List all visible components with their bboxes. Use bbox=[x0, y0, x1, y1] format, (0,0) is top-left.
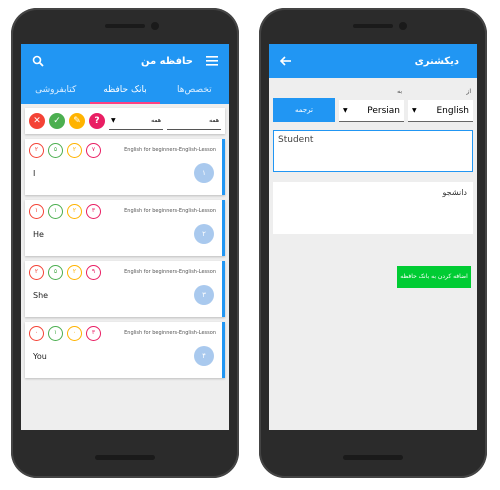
card-number-badge: ۳ bbox=[194, 285, 214, 305]
speaker bbox=[353, 24, 393, 28]
filter-bar: ✕ ✓ ✎ ? ▼ همه همه bbox=[25, 108, 225, 134]
search-icon[interactable] bbox=[29, 52, 47, 70]
unknown-filter-button[interactable]: ? bbox=[89, 113, 105, 129]
language-row: از ▼ English به ▼ Persian ترجمه bbox=[269, 78, 477, 122]
left-phone: حافظه من تخصص‌ها بانک حافظه کتابفروشی ✕ … bbox=[11, 8, 239, 478]
tab-memory-bank[interactable]: بانک حافظه bbox=[90, 78, 160, 104]
tab-bookstore[interactable]: کتابفروشی bbox=[21, 78, 90, 104]
to-language-value: Persian bbox=[367, 105, 400, 116]
filter-select-1[interactable]: ▼ همه bbox=[109, 112, 163, 130]
page-title: دیکشنری bbox=[414, 55, 459, 67]
correct-filter-button[interactable]: ✓ bbox=[49, 113, 65, 129]
edit-filter-button[interactable]: ✎ bbox=[69, 113, 85, 129]
filter-select-1-value: همه bbox=[151, 117, 161, 124]
score-circles: ۲ ۵ ۲ ۷ bbox=[29, 143, 101, 158]
add-to-memory-button[interactable]: اضافه کردن به بانک حافظه bbox=[397, 266, 471, 288]
card-breadcrumb: English for beginners-English-Lesson bbox=[124, 147, 216, 153]
menu-icon[interactable] bbox=[203, 52, 221, 70]
score-circle: ۵ bbox=[48, 143, 63, 158]
filter-select-2[interactable]: همه bbox=[167, 112, 221, 130]
to-label: به bbox=[397, 88, 402, 95]
chevron-down-icon: ▼ bbox=[412, 107, 417, 114]
wrong-filter-button[interactable]: ✕ bbox=[29, 113, 45, 129]
from-language-value: English bbox=[436, 105, 470, 116]
score-circle: ۵ bbox=[48, 265, 63, 280]
score-circle: ۱ bbox=[29, 204, 44, 219]
card-breadcrumb: English for beginners-English-Lesson bbox=[124, 208, 216, 214]
list-item[interactable]: ۰ ۱ ۰ ۳ English for beginners-English-Le… bbox=[25, 322, 225, 378]
tab-bar: تخصص‌ها بانک حافظه کتابفروشی bbox=[21, 78, 229, 104]
score-circle: ۲ bbox=[67, 143, 82, 158]
card-number-badge: ۴ bbox=[194, 346, 214, 366]
translate-button[interactable]: ترجمه bbox=[273, 98, 335, 122]
card-breadcrumb: English for beginners-English-Lesson bbox=[124, 269, 216, 275]
score-circle: ۱ bbox=[48, 326, 63, 341]
score-circle: ۰ bbox=[29, 326, 44, 341]
score-circle: ۷ bbox=[86, 143, 101, 158]
card-word: You bbox=[33, 352, 47, 361]
from-label: از bbox=[466, 88, 471, 95]
page-title: حافظه من bbox=[141, 55, 193, 67]
list-item[interactable]: ۲ ۵ ۲ ۷ English for beginners-English-Le… bbox=[25, 139, 225, 195]
tab-specialties[interactable]: تخصص‌ها bbox=[160, 78, 229, 104]
app-bar: حافظه من bbox=[21, 44, 229, 78]
score-circle: ۳ bbox=[86, 326, 101, 341]
card-word: He bbox=[33, 230, 44, 239]
card-breadcrumb: English for beginners-English-Lesson bbox=[124, 330, 216, 336]
to-language-select[interactable]: به ▼ Persian bbox=[339, 88, 404, 122]
memory-screen: حافظه من تخصص‌ها بانک حافظه کتابفروشی ✕ … bbox=[21, 44, 229, 430]
filter-select-2-value: همه bbox=[209, 117, 219, 124]
score-circles: ۰ ۱ ۰ ۳ bbox=[29, 326, 101, 341]
speaker bbox=[105, 24, 145, 28]
bottom-speaker bbox=[343, 455, 403, 460]
camera bbox=[151, 22, 159, 30]
camera bbox=[399, 22, 407, 30]
score-circle: ۲ bbox=[67, 265, 82, 280]
back-arrow-icon[interactable] bbox=[277, 52, 295, 70]
card-number-badge: ۱ bbox=[194, 163, 214, 183]
dictionary-screen: دیکشنری از ▼ English به ▼ Persian ترجمه … bbox=[269, 44, 477, 430]
right-phone: دیکشنری از ▼ English به ▼ Persian ترجمه … bbox=[259, 8, 487, 478]
app-bar: دیکشنری bbox=[269, 44, 477, 78]
score-circle: ۲ bbox=[29, 265, 44, 280]
score-circle: ۹ bbox=[86, 265, 101, 280]
chevron-down-icon: ▼ bbox=[343, 107, 348, 114]
score-circle: ۱ bbox=[48, 204, 63, 219]
chevron-down-icon: ▼ bbox=[111, 117, 116, 124]
score-circles: ۲ ۵ ۲ ۹ bbox=[29, 265, 101, 280]
translation-output: دانشجو bbox=[273, 182, 473, 234]
from-language-select[interactable]: از ▼ English bbox=[408, 88, 473, 122]
score-circle: ۰ bbox=[67, 326, 82, 341]
score-circle: ۲ bbox=[29, 143, 44, 158]
bottom-speaker bbox=[95, 455, 155, 460]
score-circle: ۲ bbox=[67, 204, 82, 219]
score-circle: ۳ bbox=[86, 204, 101, 219]
list-item[interactable]: ۱ ۱ ۲ ۳ English for beginners-English-Le… bbox=[25, 200, 225, 256]
card-word: She bbox=[33, 291, 49, 300]
list-item[interactable]: ۲ ۵ ۲ ۹ English for beginners-English-Le… bbox=[25, 261, 225, 317]
card-word: I bbox=[33, 169, 36, 178]
card-number-badge: ۲ bbox=[194, 224, 214, 244]
score-circles: ۱ ۱ ۲ ۳ bbox=[29, 204, 101, 219]
source-text-input[interactable]: Student bbox=[273, 130, 473, 172]
